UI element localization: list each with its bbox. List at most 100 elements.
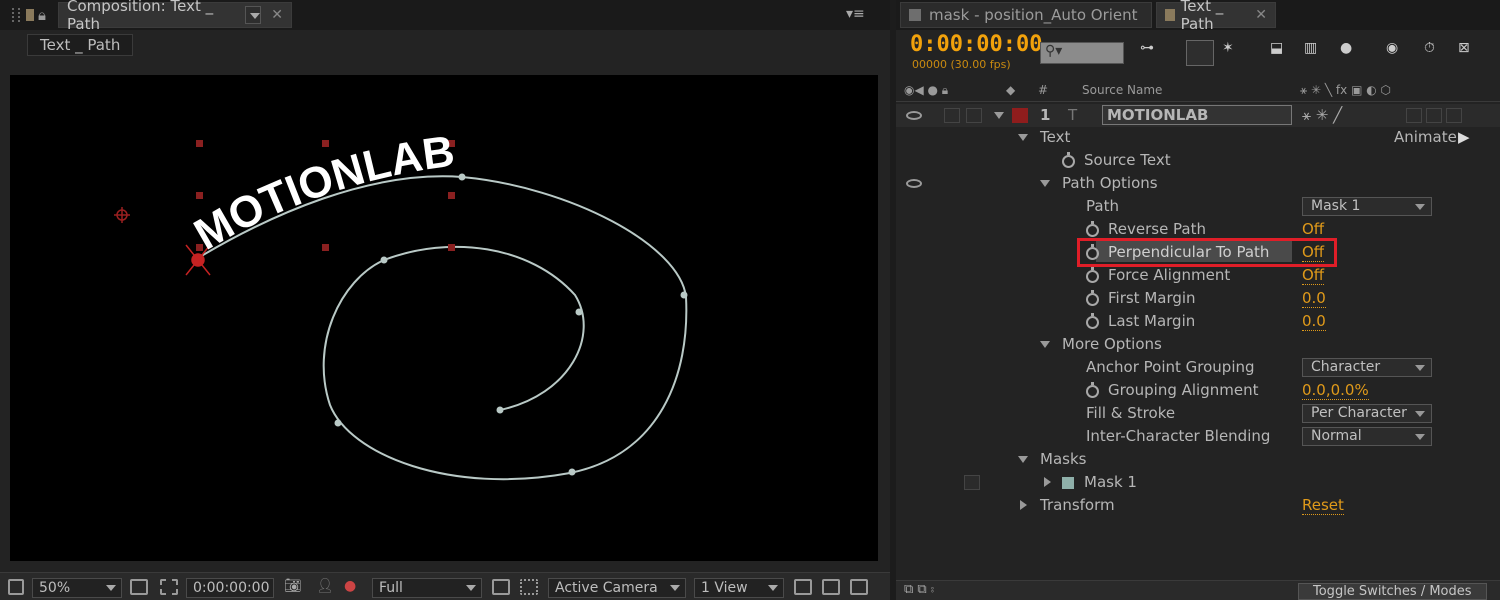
composition-dropdown-icon[interactable] bbox=[244, 6, 262, 24]
reset-link[interactable]: Reset bbox=[1302, 496, 1344, 515]
prop-fill-stroke[interactable]: Fill & Stroke Per Character bbox=[896, 402, 1500, 425]
prop-more-options[interactable]: More Options bbox=[896, 333, 1500, 356]
label-icon[interactable]: ◆ bbox=[1006, 83, 1015, 97]
frame-blending-icon[interactable]: ⬓ bbox=[1270, 40, 1298, 66]
resolution-select[interactable]: Full bbox=[372, 578, 482, 598]
collapse-icon[interactable] bbox=[1020, 500, 1027, 510]
layer-switches-icon[interactable]: ⚹ ✳ ╱ bbox=[1302, 104, 1342, 127]
switches-icon[interactable]: ⚹ ✳ ╲ fx ▣ ◐ ⬡ bbox=[1300, 83, 1391, 98]
prop-value[interactable]: Off bbox=[1302, 220, 1325, 239]
bottom-icons[interactable]: ⧉ ⧉ ⦂ bbox=[904, 582, 934, 597]
tab-mask-position[interactable]: mask - position_Auto Orient bbox=[900, 2, 1152, 28]
expand-layer-icon[interactable] bbox=[994, 112, 1004, 119]
fill-stroke-select[interactable]: Per Character bbox=[1302, 404, 1432, 423]
prop-value[interactable]: 0.0 bbox=[1302, 312, 1326, 331]
grip-icon[interactable] bbox=[12, 8, 20, 22]
graph-editor-icon[interactable]: ◉ bbox=[1386, 40, 1414, 66]
anchor-grouping-select[interactable]: Character bbox=[1302, 358, 1432, 377]
draft-3d-icon[interactable] bbox=[1186, 40, 1214, 66]
prop-force-alignment[interactable]: Force Alignment Off bbox=[896, 264, 1500, 287]
mask-visibility-icon[interactable] bbox=[160, 579, 178, 595]
transparency-grid-icon[interactable] bbox=[520, 579, 538, 595]
tab-composition[interactable]: Composition: Text _ Path ✕ bbox=[58, 0, 292, 33]
stopwatch-icon[interactable] bbox=[1086, 382, 1099, 398]
lock-toggle[interactable] bbox=[966, 108, 982, 123]
prop-value[interactable]: 0.0,0.0% bbox=[1302, 381, 1369, 400]
lock-icon[interactable]: 🔒︎ bbox=[38, 6, 46, 24]
safe-zones-icon[interactable] bbox=[130, 579, 148, 595]
search-input[interactable]: ⚲▾ bbox=[1040, 42, 1124, 64]
camera-icon[interactable]: 📷︎ bbox=[284, 578, 302, 594]
blending-select[interactable]: Normal bbox=[1302, 427, 1432, 446]
tab-text-path[interactable]: Text _ Path ✕ bbox=[1156, 0, 1276, 33]
eye-icon[interactable] bbox=[906, 111, 922, 120]
mask-lock-toggle[interactable] bbox=[964, 475, 980, 490]
zoom-select[interactable]: 50% bbox=[32, 578, 122, 598]
stopwatch-icon[interactable] bbox=[1086, 221, 1099, 237]
stopwatch-icon[interactable] bbox=[1086, 267, 1099, 283]
stopwatch-icon[interactable]: ⏱ bbox=[1424, 40, 1452, 66]
camera-select[interactable]: Active Camera bbox=[548, 578, 686, 598]
prop-path[interactable]: Path Mask 1 bbox=[896, 195, 1500, 218]
comp-mini-flowchart-icon[interactable]: ⊶ bbox=[1140, 40, 1168, 66]
motion-blur-icon[interactable]: ▥ bbox=[1304, 40, 1332, 66]
animate-arrow-icon[interactable]: ▶ bbox=[1458, 126, 1470, 149]
breadcrumb[interactable]: Text _ Path bbox=[27, 34, 134, 56]
region-of-interest-icon[interactable] bbox=[492, 579, 510, 595]
mask-color[interactable] bbox=[1062, 477, 1074, 489]
prop-path-options[interactable]: Path Options bbox=[896, 172, 1500, 195]
fast-previews-icon[interactable] bbox=[822, 579, 840, 595]
switch-box[interactable] bbox=[1446, 108, 1462, 123]
av-features-icon[interactable]: ◉◀ ● 🔒︎ bbox=[904, 83, 948, 98]
chart-icon[interactable]: ⊠ bbox=[1458, 40, 1486, 66]
prop-anchor-point-grouping[interactable]: Anchor Point Grouping Character bbox=[896, 356, 1500, 379]
panel-grip[interactable]: 🔒︎ bbox=[4, 2, 54, 28]
prop-transform[interactable]: Transform Reset bbox=[896, 494, 1500, 517]
path-vertices[interactable] bbox=[334, 173, 688, 476]
prop-masks[interactable]: Masks bbox=[896, 448, 1500, 471]
expand-icon[interactable] bbox=[1018, 456, 1028, 463]
switch-box[interactable] bbox=[1426, 108, 1442, 123]
always-preview-icon[interactable] bbox=[8, 579, 24, 595]
prop-source-text[interactable]: Source Text bbox=[896, 149, 1500, 172]
brainstorm-icon[interactable]: ● bbox=[1340, 40, 1368, 66]
path-text[interactable]: MOTIONLAB bbox=[186, 127, 457, 260]
current-time[interactable]: 0:00:00:00 bbox=[910, 32, 1042, 57]
prop-last-margin[interactable]: Last Margin 0.0 bbox=[896, 310, 1500, 333]
label-color[interactable] bbox=[1012, 108, 1028, 123]
channel-icon[interactable]: ● bbox=[344, 578, 356, 594]
close-icon[interactable]: ✕ bbox=[1255, 7, 1267, 23]
prop-value[interactable]: Off bbox=[1302, 266, 1325, 285]
anchor-point-icon[interactable] bbox=[114, 207, 130, 223]
composition-viewer[interactable]: MOTIONLAB bbox=[10, 75, 878, 561]
show-snapshot-icon[interactable]: 👤︎ bbox=[316, 578, 334, 594]
timeline-icon[interactable] bbox=[850, 579, 868, 595]
toggle-switches-modes-button[interactable]: Toggle Switches / Modes bbox=[1298, 583, 1487, 600]
expand-icon[interactable] bbox=[1040, 180, 1050, 187]
views-select[interactable]: 1 View bbox=[694, 578, 784, 598]
eye-icon[interactable] bbox=[906, 179, 922, 188]
shy-layers-icon[interactable]: ✶ bbox=[1222, 40, 1250, 66]
toggle-pixel-aspect-icon[interactable] bbox=[794, 579, 812, 595]
stopwatch-icon[interactable] bbox=[1086, 313, 1099, 329]
prop-first-margin[interactable]: First Margin 0.0 bbox=[896, 287, 1500, 310]
current-time-display[interactable]: 0:00:00:00 bbox=[186, 578, 274, 598]
expand-icon[interactable] bbox=[1018, 134, 1028, 141]
prop-grouping-alignment[interactable]: Grouping Alignment 0.0,0.0% bbox=[896, 379, 1500, 402]
stopwatch-icon[interactable] bbox=[1086, 290, 1099, 306]
prop-text[interactable]: Text Animate: ▶ bbox=[896, 126, 1500, 149]
column-source-name[interactable]: Source Name bbox=[1082, 83, 1162, 97]
animate-label[interactable]: Animate: bbox=[1394, 126, 1462, 149]
prop-value[interactable]: 0.0 bbox=[1302, 289, 1326, 308]
prop-mask-1[interactable]: Mask 1 bbox=[896, 471, 1500, 494]
layer-name[interactable]: MOTIONLAB bbox=[1102, 105, 1292, 125]
collapse-icon[interactable] bbox=[1044, 477, 1051, 487]
panel-menu-icon[interactable]: ▾≡ bbox=[846, 6, 865, 22]
prop-inter-character-blending[interactable]: Inter-Character Blending Normal bbox=[896, 425, 1500, 448]
close-icon[interactable]: ✕ bbox=[271, 7, 283, 23]
expand-icon[interactable] bbox=[1040, 341, 1050, 348]
stopwatch-icon[interactable] bbox=[1062, 152, 1075, 168]
path-select[interactable]: Mask 1 bbox=[1302, 197, 1432, 216]
switch-box[interactable] bbox=[1406, 108, 1422, 123]
solo-toggle[interactable] bbox=[944, 108, 960, 123]
